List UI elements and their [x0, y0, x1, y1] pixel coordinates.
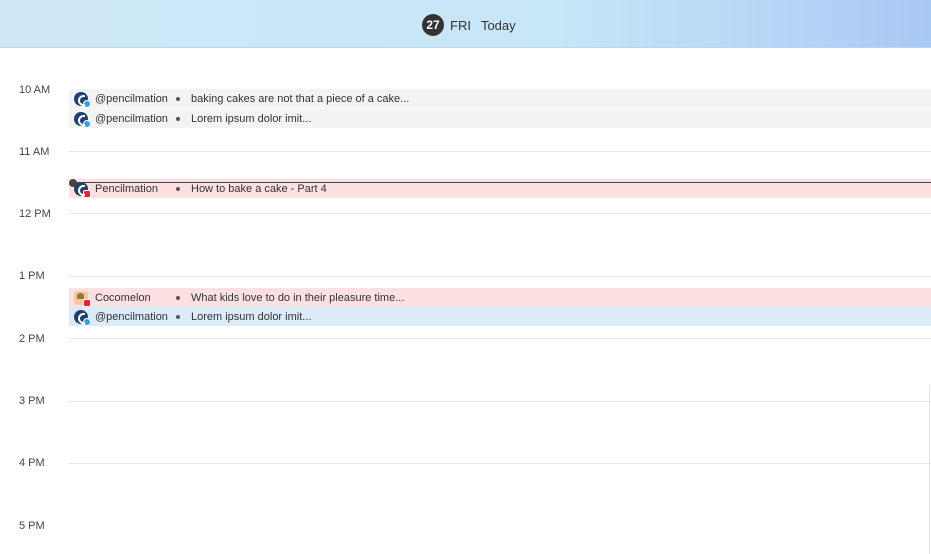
twitter-icon — [83, 119, 91, 128]
hour-label-1pm: 1 PM — [19, 270, 45, 282]
bullet-separator — [176, 186, 180, 191]
hour-label-10am: 10 AM — [19, 84, 51, 96]
calendar-event[interactable]: @pencilmation Lorem ipsum dolor imit... — [69, 109, 931, 128]
current-time-dot — [69, 179, 77, 187]
hour-label-5pm: 5 PM — [19, 520, 45, 532]
hour-divider — [69, 276, 931, 277]
youtube-icon — [83, 189, 91, 198]
cocomelon-avatar-icon — [74, 290, 91, 307]
day-number-badge: 27 — [422, 14, 444, 36]
event-channel: @pencilmation — [95, 310, 168, 323]
hour-divider — [69, 151, 931, 152]
hour-divider — [69, 463, 931, 464]
bullet-separator — [176, 96, 180, 101]
current-time-indicator — [74, 182, 931, 183]
youtube-icon — [83, 298, 91, 307]
column-edge — [929, 385, 930, 554]
twitter-icon — [83, 317, 91, 326]
hour-label-11am: 11 AM — [19, 146, 50, 158]
event-title: What kids love to do in their pleasure t… — [191, 291, 405, 304]
event-channel: Cocomelon — [95, 291, 151, 304]
calendar-event[interactable]: @pencilmation Lorem ipsum dolor imit... — [69, 307, 931, 326]
pencilmation-avatar-icon — [74, 111, 91, 128]
hour-label-3pm: 3 PM — [19, 395, 45, 407]
calendar-event[interactable]: Cocomelon What kids love to do in their … — [69, 288, 931, 307]
hour-label-2pm: 2 PM — [19, 333, 45, 345]
hour-divider — [69, 401, 931, 402]
event-title: Lorem ipsum dolor imit... — [191, 310, 312, 323]
current-date[interactable]: 27 FRI Today — [422, 14, 516, 36]
hour-label-4pm: 4 PM — [19, 457, 45, 469]
event-channel: @pencilmation — [95, 92, 168, 105]
hour-divider — [69, 213, 931, 214]
event-channel: Pencilmation — [95, 182, 158, 195]
pencilmation-avatar-icon — [74, 91, 91, 108]
calendar-event[interactable]: @pencilmation baking cakes are not that … — [69, 89, 931, 108]
bullet-separator — [176, 116, 180, 121]
hour-label-12pm: 12 PM — [19, 208, 51, 220]
hour-divider — [69, 338, 931, 339]
twitter-icon — [83, 99, 91, 108]
event-title: Lorem ipsum dolor imit... — [191, 112, 312, 125]
bullet-separator — [176, 295, 180, 300]
event-title: baking cakes are not that a piece of a c… — [191, 92, 410, 105]
event-channel: @pencilmation — [95, 112, 168, 125]
event-title: How to bake a cake - Part 4 — [191, 182, 327, 195]
pencilmation-avatar-icon — [74, 309, 91, 326]
bullet-separator — [176, 314, 180, 319]
today-button[interactable]: Today — [481, 18, 516, 33]
calendar-header: 27 FRI Today — [0, 0, 931, 48]
day-of-week: FRI — [450, 17, 471, 33]
